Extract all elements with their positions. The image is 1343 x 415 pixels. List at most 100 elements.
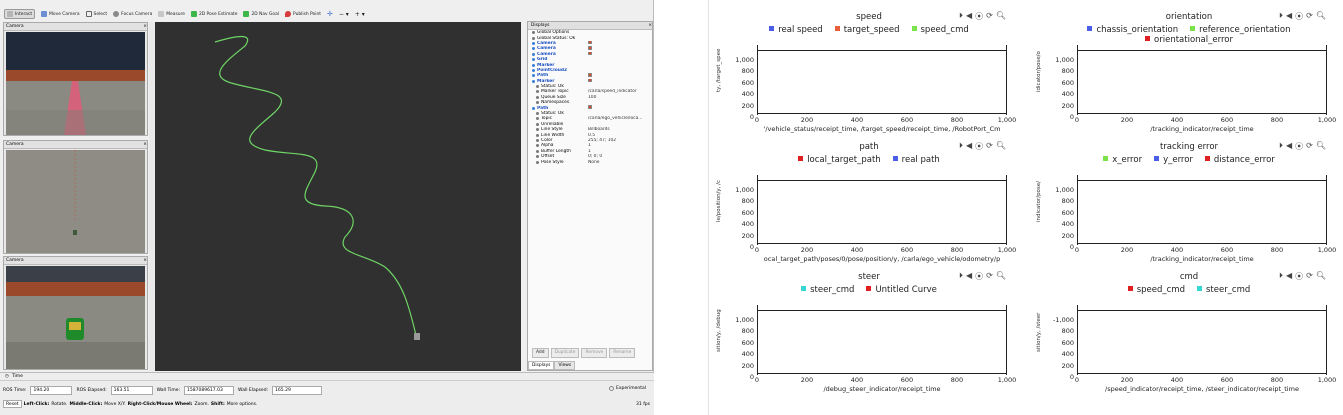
wall-elapsed-field[interactable]: 165.29 xyxy=(272,386,323,395)
reload-icon[interactable]: ⟳ xyxy=(986,141,993,152)
zoom-icon[interactable]: 🔍︎ xyxy=(996,11,1006,22)
plot-4[interactable]: steer ⏵ ◀ ⦿ ⟳ 🔍︎ steer_cmd Untitled Curve sition… xyxy=(714,271,1024,397)
tab-views[interactable]: Views xyxy=(554,361,576,370)
add-tool-button[interactable]: ✛ xyxy=(327,10,333,18)
experimental-option[interactable]: Experimental xyxy=(608,386,646,391)
back-icon[interactable]: ◀ xyxy=(966,11,972,22)
nav-goal-tool-button[interactable]: 2D Nav Goal xyxy=(243,11,279,17)
ros-time-field[interactable]: 194.20 xyxy=(30,386,73,395)
display-row[interactable]: Buffer Length 1 xyxy=(528,149,652,154)
back-icon[interactable]: ◀ xyxy=(966,271,972,282)
reload-icon[interactable]: ⟳ xyxy=(1306,11,1313,22)
play-icon[interactable]: ⏵ xyxy=(1279,271,1283,282)
select-tool-button[interactable]: Select xyxy=(85,11,107,17)
legend-entry[interactable]: x_error xyxy=(1103,155,1142,165)
camera-view-1[interactable] xyxy=(6,32,145,135)
publish-point-tool-button[interactable]: Publish Point xyxy=(285,11,321,17)
legend-entry[interactable]: Untitled Curve xyxy=(866,285,937,295)
remove-tool-button[interactable]: − ▾ xyxy=(339,11,349,18)
display-row[interactable]: Alpha 1 xyxy=(528,143,652,148)
display-row[interactable]: Path xyxy=(528,105,652,111)
display-row[interactable]: Line Width 0.5 xyxy=(528,132,652,138)
wall-time-field[interactable]: 1587089617.03 xyxy=(184,386,235,395)
back-icon[interactable]: ◀ xyxy=(966,141,972,152)
enabled-checkbox[interactable] xyxy=(588,73,592,77)
plot-0[interactable]: speed ⏵ ◀ ⦿ ⟳ 🔍︎ real speed target_speed speed_c… xyxy=(714,11,1024,137)
plot-5[interactable]: cmd ⏵ ◀ ⦿ ⟳ 🔍︎ speed_cmd steer_cmd sition/y, /st… xyxy=(1034,271,1343,397)
camera-view-3[interactable] xyxy=(6,266,145,369)
play-icon[interactable]: ⏵ xyxy=(1279,11,1283,22)
zoom-icon[interactable]: 🔍︎ xyxy=(996,141,1006,152)
move-camera-tool-button[interactable]: Move Camera xyxy=(41,11,80,17)
zoom-icon[interactable]: 🔍︎ xyxy=(1316,141,1326,152)
stop-icon[interactable]: ⦿ xyxy=(1295,271,1303,282)
stop-icon[interactable]: ⦿ xyxy=(975,11,983,22)
plus-tool-button[interactable]: + ▾ xyxy=(355,11,365,18)
plot-2[interactable]: path ⏵ ◀ ⦿ ⟳ 🔍︎ local_target_path real path le/p… xyxy=(714,141,1024,267)
legend-entry[interactable]: chassis_orientation xyxy=(1087,25,1178,35)
display-row[interactable]: Color 255; 47; 102 xyxy=(528,138,652,143)
close-icon[interactable]: × xyxy=(143,258,147,263)
radio-icon[interactable] xyxy=(608,386,614,391)
legend-entry[interactable]: orientational_error xyxy=(1145,35,1233,45)
3d-viewport[interactable] xyxy=(155,22,521,371)
legend-entry[interactable]: y_error xyxy=(1154,155,1193,165)
close-icon[interactable]: × xyxy=(143,142,147,147)
enabled-checkbox[interactable] xyxy=(588,51,592,56)
play-icon[interactable]: ⏵ xyxy=(959,11,963,22)
stop-icon[interactable]: ⦿ xyxy=(1295,141,1303,152)
zoom-icon[interactable]: 🔍︎ xyxy=(1316,11,1326,22)
focus-camera-tool-button[interactable]: Focus Camera xyxy=(113,11,152,17)
enabled-checkbox[interactable] xyxy=(588,40,592,45)
enabled-checkbox[interactable] xyxy=(588,46,592,50)
plot-1[interactable]: orientation ⏵ ◀ ⦿ ⟳ 🔍︎ chassis_orientation refe… xyxy=(1034,11,1343,137)
enabled-checkbox[interactable] xyxy=(588,105,592,110)
display-row[interactable]: Offset 0; 0; 0 xyxy=(528,154,652,159)
stop-icon[interactable]: ⦿ xyxy=(975,271,983,282)
play-icon[interactable]: ⏵ xyxy=(959,271,963,282)
close-icon[interactable]: × xyxy=(143,24,147,29)
display-row[interactable]: Marker xyxy=(528,78,652,84)
reload-icon[interactable]: ⟳ xyxy=(986,271,993,282)
display-row[interactable]: Camera xyxy=(528,51,652,57)
legend-entry[interactable]: reference_orientation xyxy=(1190,25,1291,35)
stop-icon[interactable]: ⦿ xyxy=(975,141,983,152)
reset-button[interactable]: Reset xyxy=(3,400,22,408)
reload-icon[interactable]: ⟳ xyxy=(986,11,993,22)
reload-icon[interactable]: ⟳ xyxy=(1306,271,1313,282)
display-row[interactable]: Topic/carla/ego_vehicle/loca... xyxy=(528,116,652,121)
duplicate-button[interactable]: Duplicate xyxy=(550,348,580,358)
tab-displays[interactable]: Displays xyxy=(528,361,555,370)
back-icon[interactable]: ◀ xyxy=(1286,11,1292,22)
zoom-icon[interactable]: 🔍︎ xyxy=(1316,271,1326,282)
add-button[interactable]: Add xyxy=(532,348,549,358)
legend-entry[interactable]: real path xyxy=(892,155,940,165)
legend-entry[interactable]: distance_error xyxy=(1204,155,1275,165)
display-row[interactable]: Queue Size 100 xyxy=(528,95,652,100)
legend-entry[interactable]: real speed xyxy=(769,25,823,35)
pose-estimate-tool-button[interactable]: 2D Pose Estimate xyxy=(190,11,237,17)
close-icon[interactable]: × xyxy=(648,23,652,28)
display-row[interactable]: Marker Topic/carla/speed_indicator xyxy=(528,89,652,94)
remove-button[interactable]: Remove xyxy=(581,348,608,358)
legend-entry[interactable]: steer_cmd xyxy=(801,285,854,295)
display-row[interactable]: Pose Style None xyxy=(528,159,652,165)
display-row[interactable]: Line Style Billboards xyxy=(528,127,652,132)
camera-view-2[interactable] xyxy=(6,150,145,253)
legend-entry[interactable]: local_target_path xyxy=(798,155,881,165)
back-icon[interactable]: ◀ xyxy=(1286,271,1292,282)
legend-entry[interactable]: speed_cmd xyxy=(1127,285,1185,295)
legend-entry[interactable]: speed_cmd xyxy=(911,25,969,35)
ros-elapsed-field[interactable]: 163.51 xyxy=(110,386,153,395)
play-icon[interactable]: ⏵ xyxy=(959,141,963,152)
play-icon[interactable]: ⏵ xyxy=(1279,141,1283,152)
legend-entry[interactable]: target_speed xyxy=(834,25,900,35)
zoom-icon[interactable]: 🔍︎ xyxy=(996,271,1006,282)
measure-tool-button[interactable]: Measure xyxy=(158,11,185,17)
reload-icon[interactable]: ⟳ xyxy=(1306,141,1313,152)
interact-tool-button[interactable]: Interact xyxy=(4,9,36,19)
stop-icon[interactable]: ⦿ xyxy=(1295,11,1303,22)
rename-button[interactable]: Rename xyxy=(609,348,636,358)
back-icon[interactable]: ◀ xyxy=(1286,141,1292,152)
enabled-checkbox[interactable] xyxy=(588,78,592,83)
